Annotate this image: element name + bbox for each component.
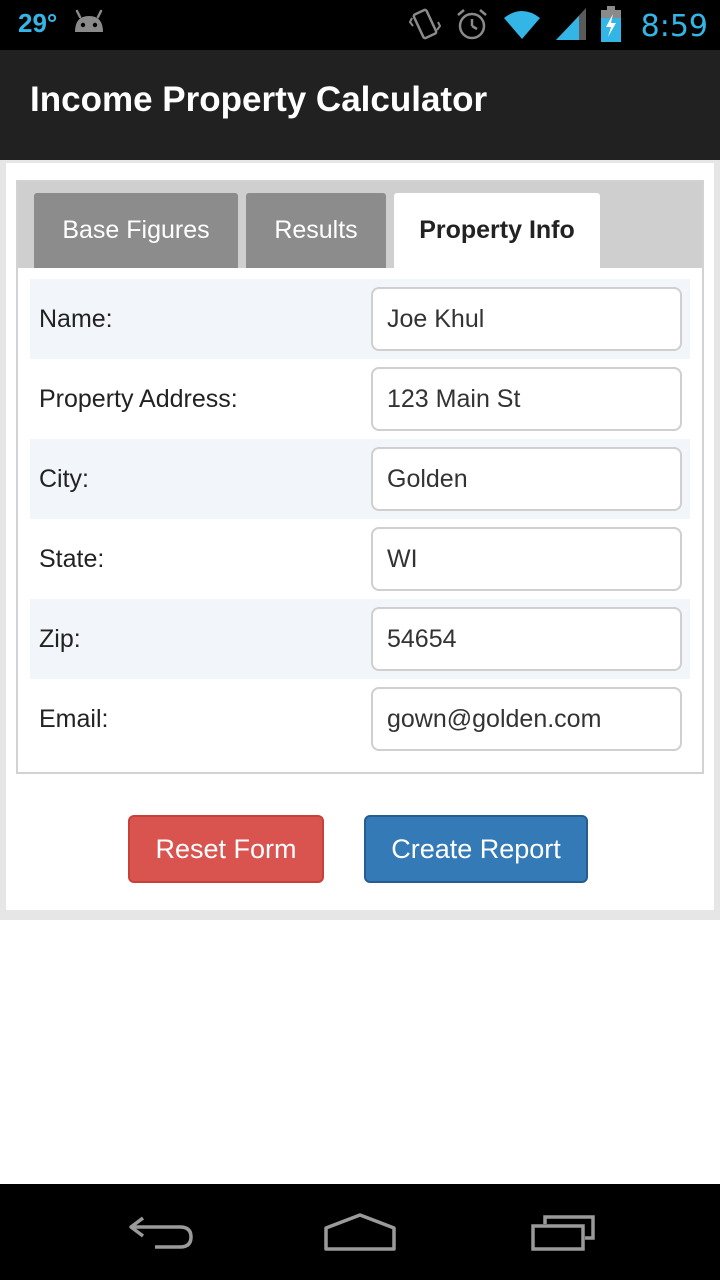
tab-strip: Base Figures Results Property Info xyxy=(18,182,702,268)
app-title: Income Property Calculator xyxy=(30,80,488,119)
form-row-email: Email: xyxy=(30,679,690,759)
tab-property-info[interactable]: Property Info xyxy=(394,193,600,268)
clock-time: 8:59 xyxy=(640,9,708,44)
email-input[interactable] xyxy=(371,687,682,751)
city-input[interactable] xyxy=(371,447,682,511)
temperature-text: 29° xyxy=(18,8,58,38)
back-icon[interactable] xyxy=(115,1204,205,1260)
form-row-zip: Zip: xyxy=(30,599,690,679)
form-row-state: State: xyxy=(30,519,690,599)
email-label: Email: xyxy=(39,705,109,733)
tab-base-figures[interactable]: Base Figures xyxy=(34,193,238,268)
reset-form-button[interactable]: Reset Form xyxy=(128,815,324,883)
state-label: State: xyxy=(39,545,105,573)
status-bar-right: 8:59 xyxy=(408,6,708,47)
content-card: Base Figures Results Property Info Name:… xyxy=(0,160,720,920)
form-row-name: Name: xyxy=(30,279,690,359)
property-info-form: Name: Property Address: City: State: Zip… xyxy=(30,279,690,759)
form-row-address: Property Address: xyxy=(30,359,690,439)
create-report-button[interactable]: Create Report xyxy=(364,815,588,883)
city-label: City: xyxy=(39,465,89,493)
action-bar: Income Property Calculator xyxy=(0,50,720,160)
vibrate-icon xyxy=(408,6,441,47)
form-row-city: City: xyxy=(30,439,690,519)
tab-panel: Base Figures Results Property Info Name:… xyxy=(16,180,704,774)
alarm-icon xyxy=(455,7,489,46)
android-icon xyxy=(71,8,107,39)
tab-results[interactable]: Results xyxy=(246,193,386,268)
property-address-label: Property Address: xyxy=(39,385,238,413)
property-address-input[interactable] xyxy=(371,367,682,431)
zip-input[interactable] xyxy=(371,607,682,671)
home-icon[interactable] xyxy=(315,1204,405,1260)
battery-charging-icon xyxy=(600,6,621,47)
name-label: Name: xyxy=(39,305,113,333)
state-input[interactable] xyxy=(371,527,682,591)
recent-apps-icon[interactable] xyxy=(518,1204,608,1260)
status-bar: 29° 8:59 xyxy=(0,0,720,50)
content-inner: Base Figures Results Property Info Name:… xyxy=(6,163,714,910)
navigation-bar xyxy=(0,1184,720,1280)
signal-icon xyxy=(555,7,587,46)
zip-label: Zip: xyxy=(39,625,81,653)
wifi-icon xyxy=(503,8,541,45)
name-input[interactable] xyxy=(371,287,682,351)
status-bar-left: 29° xyxy=(18,8,107,39)
